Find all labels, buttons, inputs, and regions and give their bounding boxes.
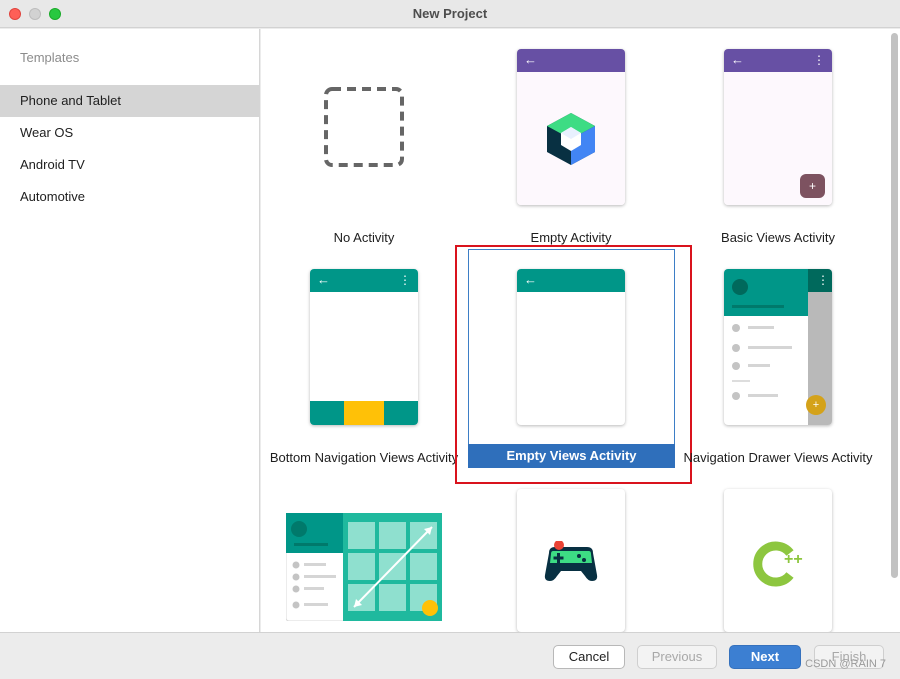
fab-plus-icon: + — [800, 174, 825, 198]
template-basic-views-activity[interactable]: ← ⋮ + — [724, 49, 832, 205]
template-no-activity[interactable] — [310, 66, 418, 186]
template-bottom-navigation-views-activity[interactable]: ← ⋮ — [310, 269, 418, 425]
bottom-navigation-bar — [310, 401, 418, 425]
gallery-scrollbar[interactable] — [891, 33, 898, 578]
next-button[interactable]: Next — [729, 645, 801, 669]
back-arrow-icon: ← — [524, 52, 537, 67]
template-native-cpp[interactable]: ++ — [724, 489, 832, 632]
template-game-activity[interactable] — [517, 489, 625, 632]
templates-sidebar: Templates Phone and Tablet Wear OS Andro… — [0, 29, 260, 632]
game-controller-icon — [544, 541, 598, 581]
overflow-menu-icon: ⋮ — [399, 273, 411, 287]
template-navigation-drawer-views-activity[interactable]: ⋮ + — [724, 269, 832, 425]
sidebar-item-wear-os[interactable]: Wear OS — [0, 117, 260, 149]
template-label-no-activity: No Activity — [333, 230, 395, 245]
drawer-header — [724, 269, 808, 316]
sidebar-item-phone-and-tablet[interactable]: Phone and Tablet — [0, 85, 260, 117]
title-bar: New Project — [0, 0, 900, 28]
dialog-footer: Cancel Previous Next Finish CSDN @RAIN 7 — [0, 632, 900, 679]
template-label-navigation-drawer-views-activity: Navigation Drawer Views Activity — [683, 450, 873, 465]
cpp-plus-label: ++ — [784, 551, 803, 568]
templates-header: Templates — [20, 50, 80, 65]
app-bar: ← ⋮ — [724, 49, 832, 72]
back-arrow-icon: ← — [317, 272, 330, 287]
overflow-menu-icon: ⋮ — [813, 53, 825, 67]
responsive-grid-icon — [285, 512, 443, 622]
cancel-button[interactable]: Cancel — [553, 645, 625, 669]
fab-plus-icon: + — [806, 395, 826, 415]
sidebar-item-automotive[interactable]: Automotive — [0, 181, 260, 213]
app-bar: ← ⋮ — [310, 269, 418, 292]
previous-button[interactable]: Previous — [637, 645, 717, 669]
template-responsive-views-activity[interactable] — [285, 512, 443, 622]
sidebar-item-android-tv[interactable]: Android TV — [0, 149, 260, 181]
template-label-bottom-navigation-views-activity: Bottom Navigation Views Activity — [269, 450, 459, 465]
watermark-text: CSDN @RAIN 7 — [805, 658, 886, 670]
template-empty-activity[interactable]: ← — [517, 49, 625, 205]
app-bar: ← — [517, 49, 625, 72]
cpp-icon — [753, 541, 794, 587]
window-title: New Project — [412, 6, 488, 21]
jetpack-compose-icon — [547, 113, 595, 165]
back-arrow-icon: ← — [731, 52, 744, 67]
template-label-basic-views-activity: Basic Views Activity — [721, 230, 835, 245]
annotation-highlight-rect — [455, 245, 692, 484]
drawer-list-icon — [732, 324, 792, 400]
overflow-menu-icon: ⋮ — [817, 273, 829, 287]
template-label-empty-activity: Empty Activity — [530, 230, 612, 245]
dashed-square-icon — [324, 87, 404, 167]
